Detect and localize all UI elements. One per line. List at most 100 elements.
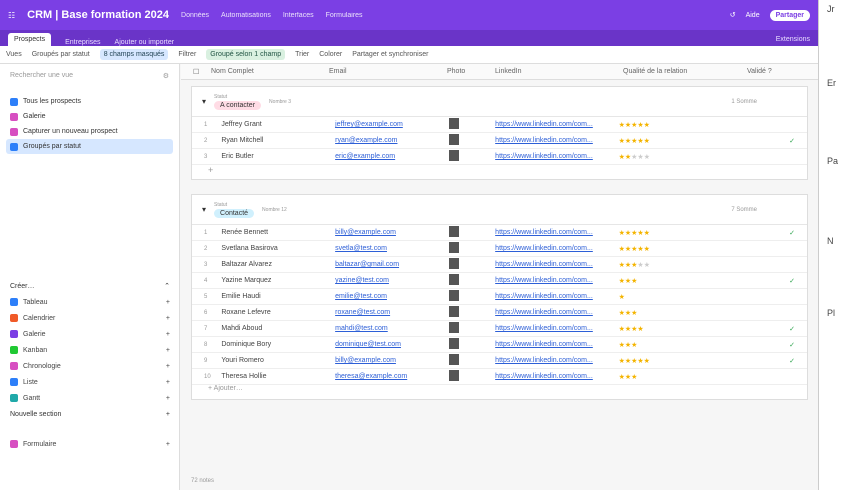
name-cell[interactable]: Ryan Mitchell xyxy=(221,137,335,144)
table-row[interactable]: 7 Mahdi Aboud mahdi@test.com https://www… xyxy=(192,321,807,337)
validated-checkbox[interactable]: ✓ xyxy=(738,137,807,145)
linkedin-cell[interactable]: https://www.linkedin.com/com... xyxy=(495,137,593,144)
email-cell[interactable]: roxane@test.com xyxy=(335,309,390,316)
table-row[interactable]: 3 Baltazar Alvarez baltazar@gmail.com ht… xyxy=(192,257,807,273)
photo-thumbnail[interactable] xyxy=(448,290,459,301)
col-name[interactable]: Nom Complet xyxy=(211,68,329,75)
base-title[interactable]: CRM | Base formation 2024 xyxy=(27,9,169,21)
sidebar-view-2[interactable]: Capturer un nouveau prospect xyxy=(0,124,179,139)
linkedin-cell[interactable]: https://www.linkedin.com/com... xyxy=(495,325,593,332)
linkedin-cell[interactable]: https://www.linkedin.com/com... xyxy=(495,373,593,380)
linkedin-cell[interactable]: https://www.linkedin.com/com... xyxy=(495,229,593,236)
create-view-4[interactable]: Chronologie + xyxy=(0,358,180,374)
linkedin-cell[interactable]: https://www.linkedin.com/com... xyxy=(495,357,593,364)
rating-stars[interactable]: ★★★★★ xyxy=(619,153,739,161)
linkedin-cell[interactable]: https://www.linkedin.com/com... xyxy=(495,245,593,252)
name-cell[interactable]: Svetlana Basirova xyxy=(221,245,335,252)
tab-prospects[interactable]: Prospects xyxy=(8,33,52,46)
name-cell[interactable]: Theresa Hollie xyxy=(221,373,335,380)
photo-thumbnail[interactable] xyxy=(448,322,459,333)
photo-thumbnail[interactable] xyxy=(448,274,459,285)
plus-icon[interactable]: + xyxy=(166,299,170,306)
col-linkedin[interactable]: LinkedIn xyxy=(495,68,623,75)
rating-stars[interactable]: ★ xyxy=(619,293,739,301)
create-view-6[interactable]: Gantt + xyxy=(0,390,180,406)
sidebar-view-3[interactable]: Groupés par statut xyxy=(6,139,173,154)
sort-button[interactable]: Trier xyxy=(295,51,309,58)
views-toggle[interactable]: Vues xyxy=(6,51,22,58)
create-header[interactable]: Créer… ⌃ xyxy=(0,278,180,294)
photo-thumbnail[interactable] xyxy=(448,118,459,129)
create-view-2[interactable]: Galerie + xyxy=(0,326,180,342)
name-cell[interactable]: Mahdi Aboud xyxy=(221,325,335,332)
name-cell[interactable]: Jeffrey Grant xyxy=(221,121,335,128)
col-quality[interactable]: Qualité de la relation xyxy=(623,68,747,75)
nav-data[interactable]: Données xyxy=(181,12,209,19)
create-view-1[interactable]: Calendrier + xyxy=(0,310,180,326)
linkedin-cell[interactable]: https://www.linkedin.com/com... xyxy=(495,121,593,128)
plus-icon[interactable]: + xyxy=(166,379,170,386)
nav-forms[interactable]: Formulaires xyxy=(326,12,363,19)
table-row[interactable]: 9 Youri Romero billy@example.com https:/… xyxy=(192,353,807,369)
settings-icon[interactable]: ⚙ xyxy=(163,72,169,86)
rating-stars[interactable]: ★★★★ xyxy=(619,325,739,333)
photo-thumbnail[interactable] xyxy=(448,338,459,349)
photo-thumbnail[interactable] xyxy=(448,226,459,237)
create-view-0[interactable]: Tableau + xyxy=(0,294,180,310)
email-cell[interactable]: dominique@test.com xyxy=(335,341,401,348)
linkedin-cell[interactable]: https://www.linkedin.com/com... xyxy=(495,293,593,300)
new-section-button[interactable]: Nouvelle section + xyxy=(0,406,180,422)
validated-checkbox[interactable]: ✓ xyxy=(738,229,807,237)
rating-stars[interactable]: ★★★ xyxy=(619,373,739,381)
rating-stars[interactable]: ★★★★★ xyxy=(619,137,739,145)
sidebar-view-1[interactable]: Galerie xyxy=(0,109,179,124)
email-cell[interactable]: mahdi@test.com xyxy=(335,325,388,332)
photo-thumbnail[interactable] xyxy=(448,306,459,317)
name-cell[interactable]: Youri Romero xyxy=(221,357,335,364)
email-cell[interactable]: jeffrey@example.com xyxy=(335,121,403,128)
email-cell[interactable]: baltazar@gmail.com xyxy=(335,261,399,268)
plus-icon[interactable]: + xyxy=(166,395,170,402)
col-email[interactable]: Email xyxy=(329,68,447,75)
photo-thumbnail[interactable] xyxy=(448,150,459,161)
sidebar-view-0[interactable]: Tous les prospects xyxy=(0,94,179,109)
view-name[interactable]: Groupés par statut xyxy=(32,51,90,58)
table-row[interactable]: 6 Roxane Lefevre roxane@test.com https:/… xyxy=(192,305,807,321)
filter-button[interactable]: Filtrer xyxy=(178,51,196,58)
table-row[interactable]: 2 Ryan Mitchell ryan@example.com https:/… xyxy=(192,133,807,149)
plus-icon[interactable]: + xyxy=(166,363,170,370)
nav-interfaces[interactable]: Interfaces xyxy=(283,12,314,19)
name-cell[interactable]: Baltazar Alvarez xyxy=(221,261,335,268)
rating-stars[interactable]: ★★★★★ xyxy=(619,261,739,269)
view-search-input[interactable]: Rechercher une vue xyxy=(10,72,73,86)
grid-icon[interactable]: ☷ xyxy=(8,11,15,20)
table-row[interactable]: 5 Emilie Haudi emilie@test.com https://w… xyxy=(192,289,807,305)
table-row[interactable]: 1 Jeffrey Grant jeffrey@example.com http… xyxy=(192,117,807,133)
photo-thumbnail[interactable] xyxy=(448,242,459,253)
name-cell[interactable]: Eric Butler xyxy=(221,153,335,160)
table-row[interactable]: 10 Theresa Hollie theresa@example.com ht… xyxy=(192,369,807,385)
nav-automations[interactable]: Automatisations xyxy=(221,12,271,19)
email-cell[interactable]: emilie@test.com xyxy=(335,293,387,300)
col-photo[interactable]: Photo xyxy=(447,68,495,75)
validated-checkbox[interactable]: ✓ xyxy=(738,341,807,349)
validated-checkbox[interactable]: ✓ xyxy=(738,357,807,365)
add-record-button[interactable]: + Ajouter… xyxy=(192,385,807,399)
photo-thumbnail[interactable] xyxy=(448,370,459,381)
name-cell[interactable]: Yazine Marquez xyxy=(221,277,335,284)
hidden-fields-button[interactable]: 8 champs masqués xyxy=(99,49,169,60)
name-cell[interactable]: Dominique Bory xyxy=(221,341,335,348)
email-cell[interactable]: svetla@test.com xyxy=(335,245,387,252)
plus-icon[interactable]: + xyxy=(166,315,170,322)
group-header[interactable]: ▾ Statut A contacter Nombre 3 1 Somme xyxy=(192,87,807,117)
name-cell[interactable]: Renée Bennett xyxy=(221,229,335,236)
extensions-button[interactable]: Extensions xyxy=(776,36,810,46)
collapse-icon[interactable]: ▾ xyxy=(202,205,206,214)
collapse-icon[interactable]: ▾ xyxy=(202,97,206,106)
validated-checkbox[interactable]: ✓ xyxy=(738,325,807,333)
table-row[interactable]: 3 Eric Butler eric@example.com https://w… xyxy=(192,149,807,165)
rating-stars[interactable]: ★★★ xyxy=(619,309,739,317)
rating-stars[interactable]: ★★★★★ xyxy=(619,357,739,365)
group-header[interactable]: ▾ Statut Contacté Nombre 12 7 Somme xyxy=(192,195,807,225)
create-view-5[interactable]: Liste + xyxy=(0,374,180,390)
